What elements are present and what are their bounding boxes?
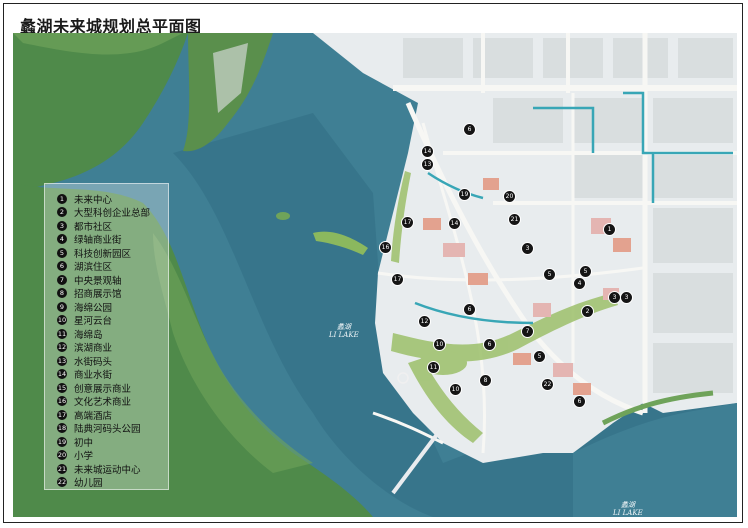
map-marker: 5 — [579, 265, 592, 278]
legend-item: 9 海绵公园 — [57, 300, 112, 314]
map-marker: 4 — [573, 277, 586, 290]
map-marker: 3 — [521, 242, 534, 255]
map-marker: 6 — [573, 395, 586, 408]
legend-item: 22 幼儿园 — [57, 477, 103, 489]
legend-item: 12 滨湖商业 — [57, 342, 113, 354]
map-marker: 17 — [391, 273, 404, 286]
map-marker: 6 — [483, 338, 496, 351]
map-marker: 6 — [463, 123, 476, 136]
legend-item: 6 湖滨住区 — [57, 260, 112, 273]
map-marker: 2 — [581, 305, 594, 318]
map-marker: 12 — [418, 315, 431, 328]
map-marker: 10 — [433, 338, 446, 351]
legend-item: 21 未来城运动中心 — [57, 463, 141, 476]
lake-label-center: 蠡湖 LI LAKE — [329, 323, 359, 339]
legend-item: 16 文化艺术商业 — [57, 396, 132, 408]
map-marker: 11 — [427, 361, 440, 374]
legend-item: 2 大型科创企业总部 — [57, 206, 150, 219]
legend-item: 7 中央景观轴 — [57, 273, 122, 287]
map-marker: 13 — [421, 158, 434, 171]
map-marker: 14 — [421, 145, 434, 158]
legend-item: 8 招商展示馆 — [57, 287, 122, 300]
map-marker: 19 — [458, 188, 471, 201]
map-marker: 3 — [620, 291, 633, 304]
map-marker: 22 — [541, 378, 554, 391]
legend-item: 10 星河云台 — [57, 315, 113, 327]
legend-item: 5 科技创新园区 — [57, 246, 131, 260]
map-marker: 21 — [508, 213, 521, 226]
legend-item: 1 未来中心 — [57, 192, 112, 206]
map-marker: 20 — [503, 190, 516, 203]
map-marker: 5 — [533, 350, 546, 363]
map-marker: 16 — [379, 241, 392, 254]
legend-item: 18 陆典河码头公园 — [57, 423, 141, 435]
legend-item: 14 商业水街 — [57, 369, 113, 381]
map-marker: 10 — [449, 383, 462, 396]
map-marker: 8 — [479, 374, 492, 387]
legend-item: 13 水街码头 — [57, 355, 113, 368]
legend-item: 3 都市社区 — [57, 219, 112, 233]
map-marker: 5 — [543, 268, 556, 281]
map-legend: 1 未来中心 2 大型科创企业总部 3 都市社区 4 绿轴商业街 5 科技创新园区 6 湖滨… — [44, 183, 169, 490]
legend-item: 17 高端酒店 — [57, 409, 113, 422]
legend-item: 4 绿轴商业街 — [57, 233, 122, 246]
legend-item: 15 创意展示商业 — [57, 382, 132, 395]
lake-label-southeast: 蠡湖 LI LAKE — [613, 501, 643, 517]
legend-item: 20 小学 — [57, 450, 94, 462]
map-marker: 1 — [603, 223, 616, 236]
map-marker: 17 — [401, 216, 414, 229]
map-marker: 6 — [463, 303, 476, 316]
legend-item: 11 海绵岛 — [57, 328, 103, 341]
map-marker: 14 — [448, 217, 461, 230]
map-marker: 7 — [521, 325, 534, 338]
legend-item: 19 初中 — [57, 436, 94, 449]
small-island — [276, 212, 290, 220]
